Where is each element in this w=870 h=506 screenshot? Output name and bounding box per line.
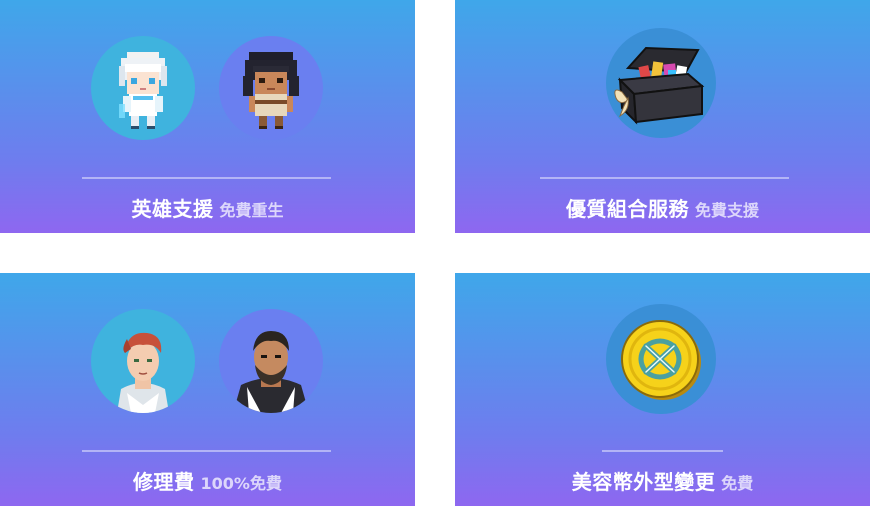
card-caption: 修理費 100%免費 [0,466,415,495]
card-subtitle: 免費 [721,474,754,493]
divider [540,177,789,179]
dark-haired-hero-portrait-icon [219,36,323,140]
premium-combo-service-card: 優質組合服務 免費支援 [455,0,870,233]
card-title: 英雄支援 [131,197,214,221]
card-caption: 英雄支援 免費重生 [0,193,415,222]
card-subtitle: 免費重生 [219,201,284,220]
item-chest-icon [606,28,716,138]
bearded-npc-portrait-icon [219,309,323,413]
card-subtitle: 免費支援 [694,201,759,220]
card-caption: 美容幣外型變更 免費 [455,466,870,495]
divider [82,450,331,452]
gold-coin-icon [606,304,716,414]
card-title: 修理費 [133,470,195,494]
card-title: 美容幣外型變更 [571,470,716,494]
card-title: 優質組合服務 [565,197,689,221]
card-subtitle: 100%免費 [200,474,282,493]
hero-support-card: 英雄支援 免費重生 [0,0,415,233]
divider [602,450,723,452]
repair-fee-card: 修理費 100%免費 [0,273,415,506]
cosmetic-coin-appearance-change-card: 美容幣外型變更 免費 [455,273,870,506]
divider [82,177,331,179]
red-haired-npc-portrait-icon [91,309,195,413]
white-haired-hero-portrait-icon [91,36,195,140]
card-caption: 優質組合服務 免費支援 [455,193,870,222]
